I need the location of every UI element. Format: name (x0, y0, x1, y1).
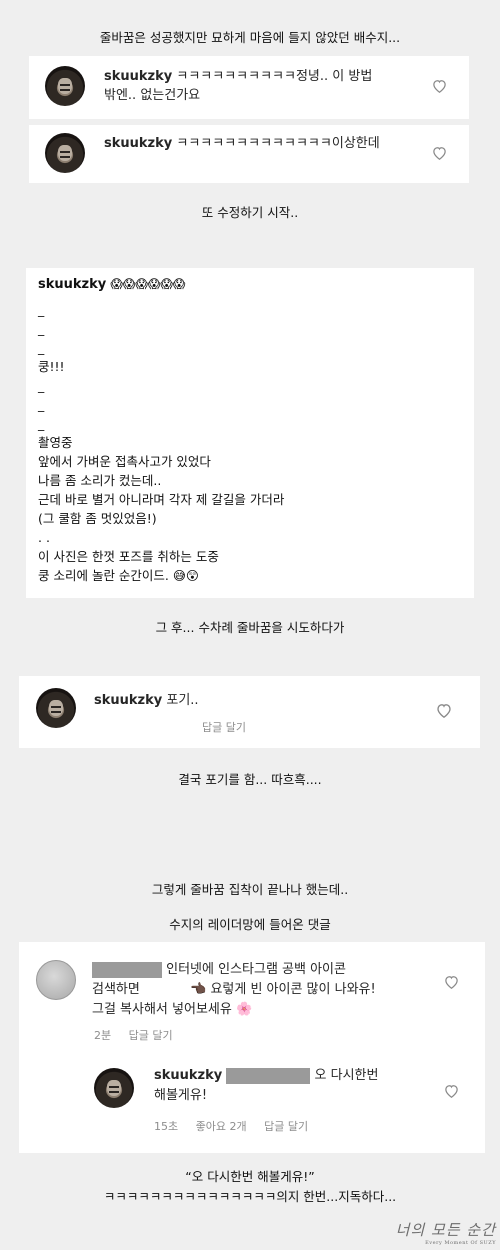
comment-username[interactable]: skuukzky (104, 69, 172, 84)
comment-body-line2b: 👈🏿 요렇게 빈 아이콘 많이 나와유! (190, 982, 376, 997)
redacted-username (92, 961, 162, 978)
comment-card-3: skuukzky 포기.. 답글 달기 (19, 676, 480, 748)
watermark: 너의 모든 순간 Every Moment Of SUZY (396, 1219, 496, 1246)
reply-meta: 15초 좋아요 2개 답글 달기 (154, 1118, 322, 1134)
comment-card-2: skuukzky ㅋㅋㅋㅋㅋㅋㅋㅋㅋㅋㅋㅋㅋ이상한데 (29, 125, 469, 183)
caption-7-line2: ㅋㅋㅋㅋㅋㅋㅋㅋㅋㅋㅋㅋㅋㅋㅋ의지 한번...지독하다... (103, 1189, 397, 1204)
avatar[interactable] (45, 66, 85, 106)
comment-body-line2a: 검색하면 (92, 982, 140, 997)
post-line: . . (38, 530, 50, 545)
comment-meta: 2분 답글 달기 (94, 1027, 187, 1043)
post-line: 이 사진은 한껏 포즈를 취하는 도중 (38, 549, 219, 564)
caption-5: 그렇게 줄바꿈 집착이 끝나나 했는데.. (151, 882, 349, 897)
reply-time: 15초 (154, 1120, 179, 1133)
post-line: _ (38, 302, 45, 317)
comment-body: ㅋㅋㅋㅋㅋㅋㅋㅋㅋㅋㅋㅋㅋ이상한데 (176, 136, 380, 151)
watermark-subtitle: Every Moment Of SUZY (425, 1240, 496, 1246)
comment-username[interactable]: skuukzky (104, 136, 172, 151)
reply-link[interactable]: 답글 달기 (202, 721, 246, 734)
avatar[interactable] (45, 133, 85, 173)
comment-time: 2분 (94, 1029, 112, 1042)
heart-outline-icon[interactable] (432, 79, 450, 95)
comment-text: 인터넷에 인스타그램 공백 아이콘 검색하면 👈🏿 요렇게 빈 아이콘 많이 나… (92, 960, 442, 1020)
reply-likes[interactable]: 좋아요 2개 (196, 1120, 247, 1133)
reply-body-b: 해볼게유! (154, 1088, 208, 1103)
comment-body-line1: ㅋㅋㅋㅋㅋㅋㅋㅋㅋㅋ정녕.. 이 방법 (176, 69, 373, 84)
caption-3: 그 후... 수차례 줄바꿈을 시도하다가 (155, 620, 345, 635)
heart-outline-icon[interactable] (444, 1084, 462, 1100)
comment-body-line2: 밖엔.. 없는건가요 (104, 88, 201, 103)
heart-outline-icon[interactable] (432, 146, 450, 162)
avatar[interactable] (36, 688, 76, 728)
reply-link[interactable]: 답글 달기 (129, 1029, 173, 1042)
avatar[interactable] (94, 1068, 134, 1108)
post-line: _ (38, 397, 45, 412)
post-line: _ (38, 340, 45, 355)
post-line: _ (38, 416, 45, 431)
watermark-title: 너의 모든 순간 (395, 1221, 496, 1239)
post-line: (그 쿨함 좀 멋있었음!) (38, 511, 157, 526)
caption-6: 수지의 레이더망에 들어온 댓글 (169, 917, 331, 932)
post-line: 쿵!!! (38, 359, 65, 374)
comment-body: 포기.. (166, 693, 199, 708)
post-line: 쿵 소리에 놀란 순간이드. 😅😲 (38, 568, 199, 583)
reply-link[interactable]: 답글 달기 (264, 1120, 308, 1133)
comment-meta: 답글 달기 (202, 719, 260, 735)
caption-7-line1: “오 다시한번 해볼게유!” (185, 1169, 315, 1184)
redacted-mention (226, 1067, 311, 1084)
heart-outline-icon[interactable] (444, 975, 462, 991)
post-caption-card: skuukzky 😱😱😱😱😱😱 _ _ _ 쿵!!! _ _ _ 촬영중 앞에서… (26, 268, 474, 598)
post-line: 나름 좀 소리가 컸는데.. (38, 473, 162, 488)
post-line: 근데 바로 별거 아니라며 각자 제 갈길을 가더라 (38, 492, 285, 507)
post-header: skuukzky 😱😱😱😱😱😱 (38, 274, 185, 295)
post-line: _ (38, 321, 45, 336)
comment-body-line1: 인터넷에 인스타그램 공백 아이콘 (166, 962, 346, 977)
comment-text: skuukzky ㅋㅋㅋㅋㅋㅋㅋㅋㅋㅋㅋㅋㅋ이상한데 (104, 134, 424, 153)
post-line: _ (38, 378, 45, 393)
reply-body-a: 오 다시한번 (314, 1068, 379, 1083)
post-line: 촬영중 (38, 435, 73, 450)
comment-username[interactable]: skuukzky (94, 693, 162, 708)
post-line: 앞에서 가벼운 접촉사고가 있었다 (38, 454, 211, 469)
reply-text: skuukzky 오 다시한번 해볼게유! (154, 1066, 434, 1106)
caption-1: 줄바꿈은 성공했지만 묘하게 마음에 들지 않았던 배수지... (99, 30, 401, 45)
comment-text: skuukzky 포기.. (94, 691, 394, 710)
comment-body-line3: 그걸 복사해서 넣어보세유 🌸 (92, 1002, 253, 1017)
post-body: _ _ _ 쿵!!! _ _ _ 촬영중 앞에서 가벼운 접촉사고가 있었다 나… (38, 300, 458, 585)
post-username[interactable]: skuukzky (38, 277, 106, 292)
caption-4: 결국 포기를 함... 따흐흑.... (178, 772, 322, 787)
comment-thread-card: 인터넷에 인스타그램 공백 아이콘 검색하면 👈🏿 요렇게 빈 아이콘 많이 나… (19, 942, 485, 1153)
avatar[interactable] (36, 960, 76, 1000)
comment-card-1: skuukzky ㅋㅋㅋㅋㅋㅋㅋㅋㅋㅋ정녕.. 이 방법 밖엔.. 없는건가요 (29, 56, 469, 119)
comment-text: skuukzky ㅋㅋㅋㅋㅋㅋㅋㅋㅋㅋ정녕.. 이 방법 밖엔.. 없는건가요 (104, 67, 424, 105)
heart-outline-icon[interactable] (436, 703, 454, 719)
caption-2: 또 수정하기 시작.. (201, 205, 299, 220)
scream-emoji-row: 😱😱😱😱😱😱 (110, 277, 186, 291)
reply-username[interactable]: skuukzky (154, 1068, 222, 1083)
